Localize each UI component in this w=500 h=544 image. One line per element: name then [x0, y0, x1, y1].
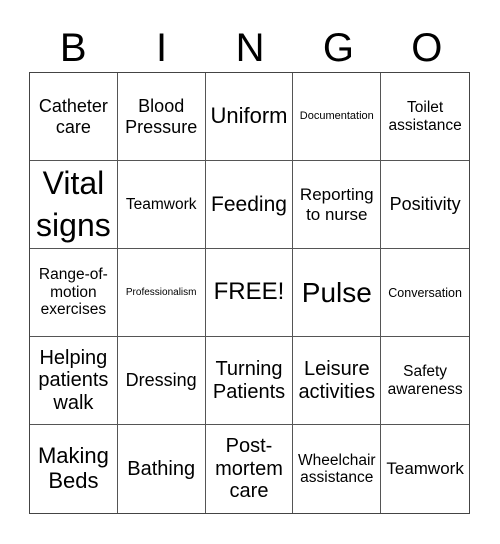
- free-space-cell[interactable]: FREE!: [205, 249, 294, 337]
- bingo-cell[interactable]: Professionalism: [117, 249, 206, 337]
- bingo-header: B I N G O: [29, 24, 471, 72]
- bingo-cell[interactable]: Feeding: [205, 161, 294, 249]
- bingo-cell[interactable]: Blood Pressure: [117, 73, 206, 161]
- bingo-cell[interactable]: Turning Patients: [205, 337, 294, 425]
- header-letter-g: G: [322, 26, 354, 70]
- bingo-cell[interactable]: Post-mortem care: [206, 425, 294, 513]
- bingo-cell[interactable]: Wheelchair assistance: [293, 425, 382, 513]
- bingo-cell[interactable]: Teamwork: [381, 425, 469, 513]
- header-letter-i: I: [156, 26, 168, 70]
- bingo-cell[interactable]: Safety awareness: [381, 337, 469, 425]
- bingo-cell[interactable]: Toilet assistance: [381, 73, 469, 161]
- header-letter-n: N: [235, 26, 265, 70]
- bingo-grid: Catheter care Blood Pressure Uniform Doc…: [29, 72, 470, 514]
- bingo-cell[interactable]: Catheter care: [30, 73, 118, 161]
- header-letter-b: B: [59, 26, 87, 70]
- bingo-cell[interactable]: Bathing: [118, 425, 206, 513]
- bingo-cell[interactable]: Uniform: [205, 73, 294, 161]
- bingo-cell[interactable]: Making Beds: [30, 425, 118, 513]
- bingo-cell[interactable]: Teamwork: [117, 161, 206, 249]
- bingo-cell[interactable]: Reporting to nurse: [293, 161, 382, 249]
- bingo-cell[interactable]: Positivity: [381, 161, 469, 249]
- bingo-cell[interactable]: Range-of-motion exercises: [30, 249, 118, 337]
- bingo-cell[interactable]: Pulse: [293, 249, 382, 337]
- bingo-cell[interactable]: Dressing: [117, 337, 206, 425]
- header-letter-o: O: [411, 26, 443, 70]
- bingo-cell[interactable]: Leisure activities: [293, 337, 382, 425]
- bingo-cell[interactable]: Vital signs: [30, 161, 118, 249]
- bingo-cell[interactable]: Documentation: [293, 73, 382, 161]
- bingo-cell[interactable]: Helping patients walk: [30, 337, 118, 425]
- bingo-cell[interactable]: Conversation: [381, 249, 469, 337]
